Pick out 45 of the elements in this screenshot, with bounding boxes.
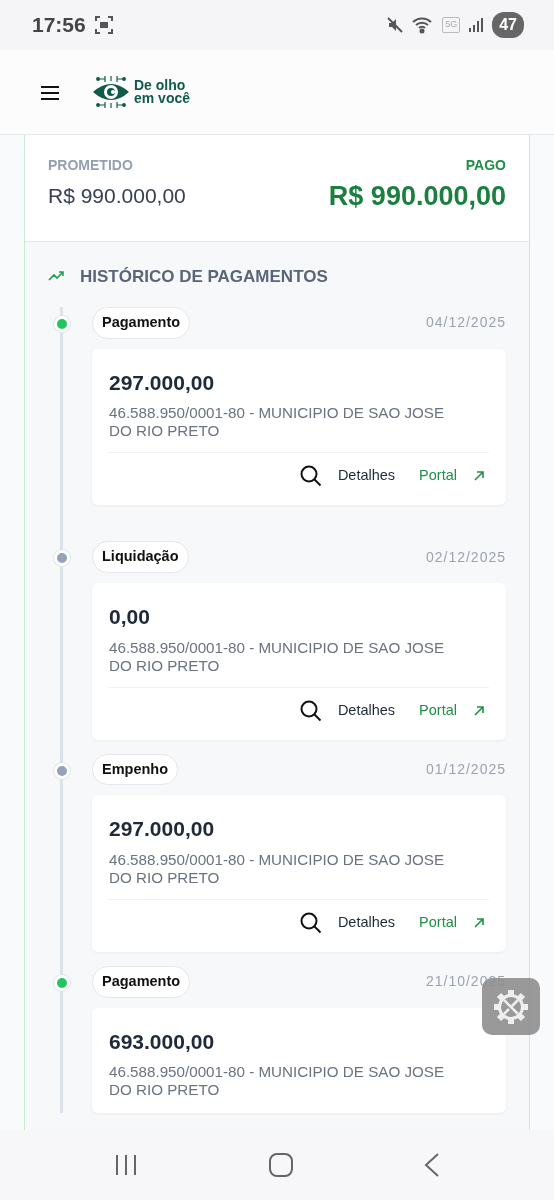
eye-logo-icon (92, 75, 130, 109)
external-link-icon (473, 704, 485, 717)
payee-text: 46.588.950/0001-80 - MUNICIPIO DE SAO JOSE DO RIO PRETO (109, 850, 446, 887)
section-title: HISTÓRICO DE PAGAMENTOS (80, 265, 328, 288)
payee-text: 46.588.950/0001-80 - MUNICIPIO DE SAO JOSE DO RIO PRETO (109, 1063, 446, 1099)
screenshot-icon (93, 15, 114, 35)
external-link-icon (473, 916, 485, 929)
mute-icon (386, 16, 405, 34)
amount: 297.000,00 (109, 816, 216, 843)
promised-value: R$ 990.000,00 (48, 183, 186, 209)
back-icon[interactable] (424, 1153, 441, 1177)
network-label: 5G (442, 17, 461, 33)
type-tag: Empenho (92, 753, 179, 786)
amount: 693.000,00 (109, 1028, 216, 1055)
paid-label: PAGO (464, 156, 506, 175)
entry-date: 02/12/2025 (425, 547, 506, 567)
amount: 0,00 (109, 604, 151, 630)
payee-text: 46.588.950/0001-80 - MUNICIPIO DE SAO JOSE DO RIO PRETO (109, 638, 446, 675)
logo-text: De olho (134, 79, 186, 92)
paid-value: R$ 990.000,00 (328, 180, 506, 213)
battery-level: 47 (492, 12, 524, 38)
portal-link[interactable]: Portal (411, 695, 489, 726)
search-icon (299, 699, 322, 722)
type-tag: Liquidação (92, 541, 189, 573)
trending-up-icon (48, 271, 64, 282)
details-button[interactable]: Detalhes (291, 695, 404, 726)
entry-date: 01/12/2025 (425, 759, 506, 779)
details-button[interactable]: Detalhes (291, 461, 404, 492)
entry-date: 04/12/2025 (425, 313, 506, 333)
recent-apps-icon[interactable] (113, 1154, 138, 1176)
amount: 297.000,00 (109, 369, 216, 396)
home-icon[interactable] (269, 1153, 293, 1177)
external-link-icon (473, 470, 485, 483)
portal-link[interactable]: Portal (411, 907, 489, 938)
portal-link[interactable]: Portal (411, 461, 489, 492)
payee-text: 46.588.950/0001-80 - MUNICIPIO DE SAO JOSE DO RIO PRETO (109, 404, 446, 441)
type-tag: Pagamento (92, 965, 191, 998)
search-icon (299, 911, 322, 934)
type-tag: Pagamento (92, 307, 191, 339)
search-icon (299, 465, 322, 488)
promised-label: PROMETIDO (48, 156, 134, 175)
logo-text: em você (134, 92, 191, 105)
signal-icon (468, 17, 485, 33)
details-button[interactable]: Detalhes (291, 907, 404, 938)
status-time: 17:56 (32, 12, 86, 39)
